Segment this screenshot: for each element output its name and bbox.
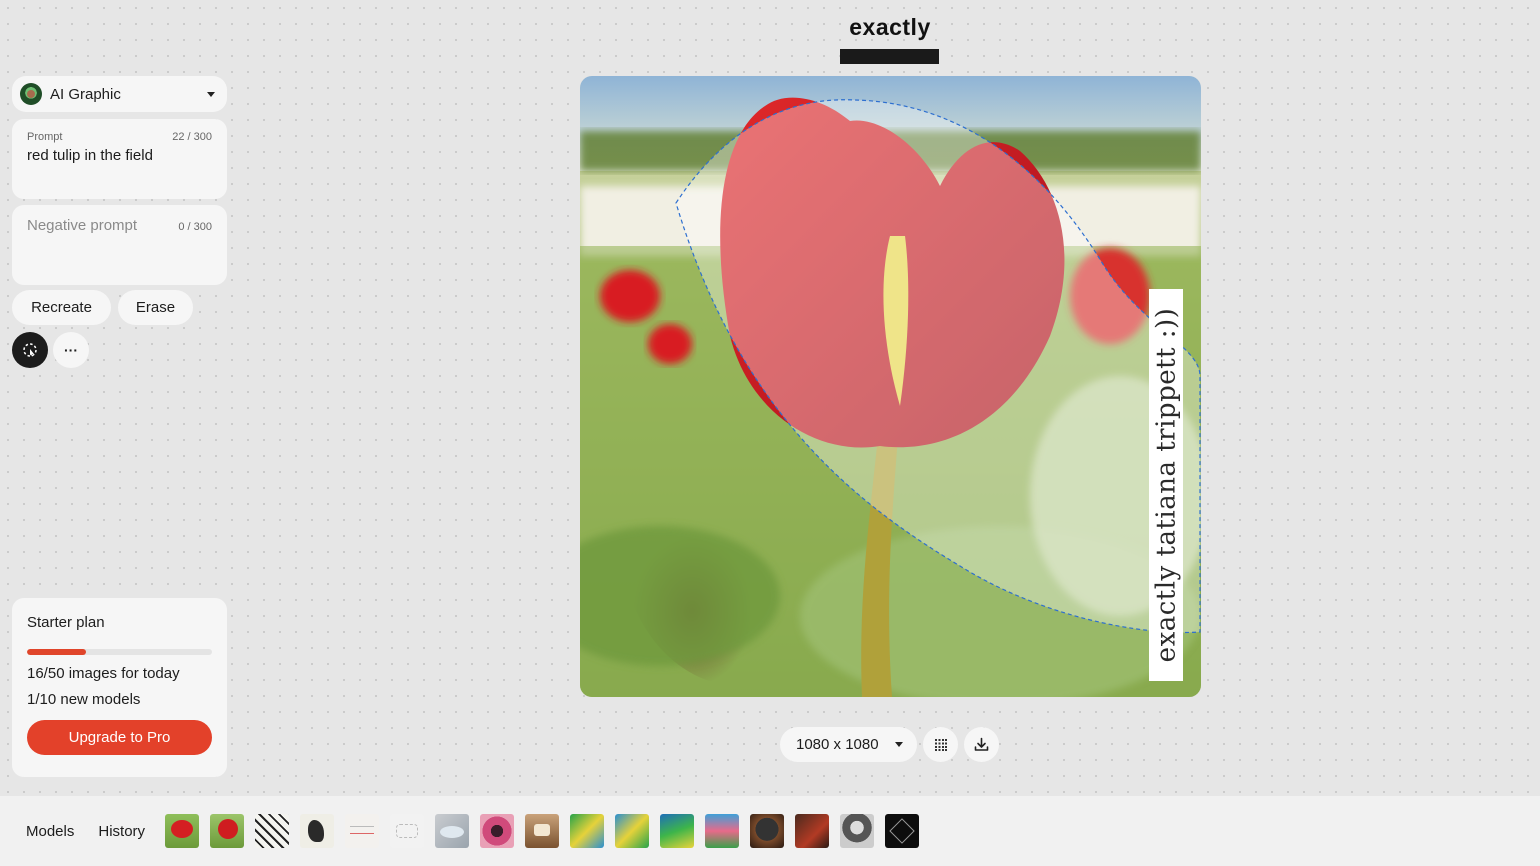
history-thumbnail[interactable] xyxy=(255,814,290,848)
size-label: 1080 x 1080 xyxy=(796,736,879,753)
upgrade-button[interactable]: Upgrade to Pro xyxy=(27,720,212,755)
caret-down-icon xyxy=(207,91,215,97)
erase-button[interactable]: Erase xyxy=(118,290,193,325)
tulip-image xyxy=(580,76,1201,697)
history-thumbnail[interactable] xyxy=(750,814,785,848)
history-thumbnail[interactable] xyxy=(210,814,245,848)
history-thumbnail[interactable] xyxy=(570,814,605,848)
model-label: AI Graphic xyxy=(50,85,121,103)
plan-images-today: 16/50 images for today xyxy=(27,665,180,682)
negative-prompt-char-count: 0 / 300 xyxy=(178,221,212,233)
negative-prompt-placeholder: Negative prompt xyxy=(27,217,138,234)
history-thumbnail[interactable] xyxy=(885,814,920,848)
grid-icon xyxy=(934,738,947,751)
negative-prompt-field[interactable]: Negative prompt 0 / 300 xyxy=(12,205,227,285)
prompt-char-count: 22 / 300 xyxy=(172,131,212,143)
plan-title: Starter plan xyxy=(27,614,105,631)
history-thumbnail[interactable] xyxy=(840,814,875,848)
recreate-button[interactable]: Recreate xyxy=(12,290,111,325)
bottom-bar: Models History xyxy=(0,796,1540,866)
history-thumbnail[interactable] xyxy=(480,814,515,848)
brand-name: exactly xyxy=(849,14,931,40)
download-button[interactable] xyxy=(964,727,999,762)
tab-history[interactable]: History xyxy=(98,823,145,840)
model-avatar xyxy=(20,83,42,105)
generated-image[interactable]: exactly tatiana trippett :)) xyxy=(580,76,1201,697)
caret-down-icon xyxy=(895,742,903,747)
watermark-text: exactly tatiana trippett :)) xyxy=(1151,307,1182,663)
prompt-field[interactable]: Prompt 22 / 300 red tulip in the field xyxy=(12,119,227,199)
select-icon xyxy=(23,343,37,357)
download-icon xyxy=(974,737,989,751)
history-thumbnail[interactable] xyxy=(345,814,380,848)
plan-card: Starter plan 16/50 images for today 1/10… xyxy=(12,598,227,777)
prompt-text[interactable]: red tulip in the field xyxy=(27,147,212,164)
brand-logo: exactly xyxy=(840,14,940,64)
more-options-button[interactable]: ··· xyxy=(53,332,89,368)
history-thumbnail[interactable] xyxy=(435,814,470,848)
select-tool-button[interactable] xyxy=(12,332,48,368)
watermark-strip: exactly tatiana trippett :)) xyxy=(1149,289,1183,681)
plan-new-models: 1/10 new models xyxy=(27,691,141,708)
history-thumbnail[interactable] xyxy=(525,814,560,848)
grid-toggle-button[interactable] xyxy=(923,727,958,762)
plan-progress-fill xyxy=(27,649,87,655)
model-select[interactable]: AI Graphic xyxy=(12,76,227,112)
prompt-label: Prompt xyxy=(27,131,63,143)
history-thumbnail[interactable] xyxy=(795,814,830,848)
history-thumbnail[interactable] xyxy=(165,814,200,848)
brand-bar xyxy=(840,49,939,64)
history-thumbnail[interactable] xyxy=(705,814,740,848)
size-select[interactable]: 1080 x 1080 xyxy=(780,727,917,762)
history-thumbnail[interactable] xyxy=(615,814,650,848)
history-thumbnails xyxy=(165,814,920,848)
history-thumbnail[interactable] xyxy=(390,814,425,848)
plan-progress-bar xyxy=(27,649,212,655)
history-thumbnail[interactable] xyxy=(660,814,695,848)
tab-models[interactable]: Models xyxy=(26,823,74,840)
history-thumbnail[interactable] xyxy=(300,814,335,848)
